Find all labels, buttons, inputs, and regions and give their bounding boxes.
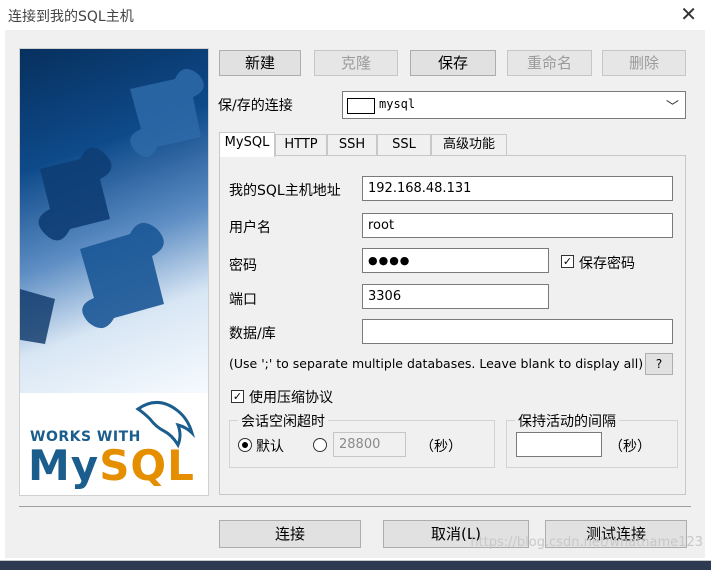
compress-checkbox[interactable]: ✓ [231,390,244,403]
footer-divider [19,506,691,507]
logo-my: My [28,441,100,490]
window-title: 连接到我的SQL主机 [8,9,134,25]
logo-sql: SQL [99,441,195,490]
dialog-client: WORKS WITH MySQL 新建 克隆 保存 重命名 删除 保/存的连接 … [5,30,705,558]
mysql-logo-area: WORKS WITH MySQL [20,393,208,495]
help-button[interactable]: ? [645,353,673,375]
tab-http[interactable]: HTTP [275,134,327,156]
watermark-text: https://blog.csdn.net/whatname123 [470,535,703,550]
save-password-checkbox[interactable]: ✓ [561,255,574,268]
saved-connection-label: 保/存的连接 [218,98,293,114]
close-icon[interactable]: ✕ [680,2,697,26]
tab-ssh[interactable]: SSH [327,134,377,156]
dialog-window: 连接到我的SQL主机 ✕ WORKS WITH MySQL 新建 克隆 保存 重… [0,0,711,561]
port-input[interactable]: 3306 [362,284,549,309]
idle-custom-radio[interactable] [313,438,327,452]
chevron-down-icon[interactable]: ﹀ [666,96,679,115]
keepalive-group: 保持活动的间隔 （秒） [506,411,678,468]
password-label: 密码 [229,258,257,274]
database-input[interactable] [362,319,673,344]
puzzle-image [20,49,208,393]
tab-ssl[interactable]: SSL [377,134,431,156]
idle-default-radio[interactable] [238,438,252,452]
idle-timeout-legend: 会话空闲超时 [238,411,328,431]
idle-timeout-input[interactable]: 28800 [333,432,406,457]
tab-mysql[interactable]: MySQL [219,132,275,157]
keepalive-unit-label: （秒） [609,439,651,455]
tab-advanced[interactable]: 高级功能 [431,134,507,156]
puzzle-pieces-icon [20,68,204,344]
idle-unit-label: （秒） [420,439,462,455]
database-hint: (Use ';' to separate multiple databases.… [229,356,644,371]
username-input[interactable]: root [362,213,673,238]
host-label: 我的SQL主机地址 [229,183,341,199]
connection-color-swatch [347,98,375,114]
delete-button[interactable]: 删除 [602,50,686,76]
mysql-logo: MySQL [28,441,195,490]
rename-button[interactable]: 重命名 [507,50,592,76]
username-label: 用户名 [229,220,271,236]
save-password-label: 保存密码 [579,256,635,272]
mysql-tab-panel: 我的SQL主机地址 192.168.48.131 用户名 root 密码 ●●●… [219,155,686,495]
clone-button[interactable]: 克隆 [314,50,398,76]
database-label: 数据/库 [229,326,276,342]
idle-timeout-group: 会话空闲超时 默认 28800 （秒） [229,411,495,468]
idle-default-label: 默认 [256,439,284,455]
saved-connection-select[interactable]: mysql ﹀ [342,91,686,119]
connect-button[interactable]: 连接 [219,520,361,548]
save-button[interactable]: 保存 [410,50,496,76]
keepalive-input[interactable] [516,432,602,457]
title-bar: 连接到我的SQL主机 ✕ [0,0,711,30]
saved-connection-value: mysql [379,97,416,111]
keepalive-legend: 保持活动的间隔 [515,411,619,431]
port-label: 端口 [229,292,257,308]
new-button[interactable]: 新建 [219,50,301,76]
compress-label: 使用压缩协议 [249,390,333,406]
host-input[interactable]: 192.168.48.131 [362,176,673,201]
mysql-banner: WORKS WITH MySQL [19,48,209,496]
radio-selected-dot [242,442,248,448]
password-input[interactable]: ●●●● [362,248,549,273]
